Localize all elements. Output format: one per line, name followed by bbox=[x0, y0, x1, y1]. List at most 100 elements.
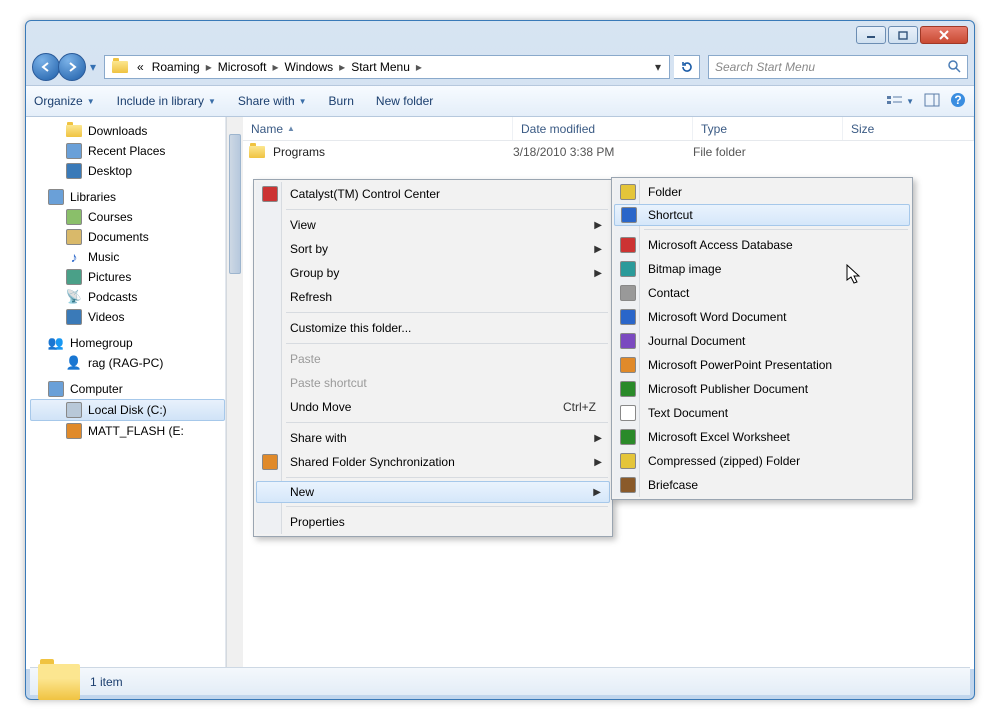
menu-item-journal-document[interactable]: Journal Document bbox=[614, 329, 910, 353]
zip-icon bbox=[620, 453, 636, 469]
chevron-right-icon[interactable]: ▸ bbox=[414, 60, 424, 74]
libraries-icon bbox=[48, 189, 64, 205]
menu-item-contact[interactable]: Contact bbox=[614, 281, 910, 305]
column-date[interactable]: Date modified bbox=[513, 117, 693, 140]
menu-item-view[interactable]: View▶ bbox=[256, 213, 610, 237]
menu-item-microsoft-powerpoint-presentation[interactable]: Microsoft PowerPoint Presentation bbox=[614, 353, 910, 377]
ppt-icon bbox=[620, 357, 636, 373]
sidebar-scrollbar[interactable] bbox=[226, 117, 243, 669]
menu-item-microsoft-word-document[interactable]: Microsoft Word Document bbox=[614, 305, 910, 329]
chevron-right-icon[interactable]: ▸ bbox=[337, 60, 347, 74]
sidebar-item-recent-places[interactable]: Recent Places bbox=[30, 141, 225, 161]
menu-item-share-with[interactable]: Share with▶ bbox=[256, 426, 610, 450]
menu-item-properties[interactable]: Properties bbox=[256, 510, 610, 534]
preview-pane-button[interactable] bbox=[924, 93, 940, 110]
menu-item-text-document[interactable]: Text Document bbox=[614, 401, 910, 425]
address-bar[interactable]: « Roaming ▸ Microsoft ▸ Windows ▸ Start … bbox=[104, 55, 670, 79]
recent-icon bbox=[66, 143, 82, 159]
drive-icon bbox=[66, 402, 82, 418]
menu-item-new[interactable]: New▶ bbox=[256, 481, 610, 503]
minimize-button[interactable] bbox=[856, 26, 886, 44]
include-library-menu[interactable]: Include in library▼ bbox=[117, 94, 216, 108]
maximize-button[interactable] bbox=[888, 26, 918, 44]
column-type[interactable]: Type bbox=[693, 117, 843, 140]
sidebar-item-downloads[interactable]: Downloads bbox=[30, 121, 225, 141]
menu-item-shared-folder-synchronization[interactable]: Shared Folder Synchronization▶ bbox=[256, 450, 610, 474]
breadcrumb[interactable]: Windows bbox=[280, 58, 337, 76]
file-row[interactable]: Programs 3/18/2010 3:38 PM File folder bbox=[243, 141, 974, 163]
sidebar-item-local-disk[interactable]: Local Disk (C:) bbox=[30, 399, 225, 421]
status-text: 1 item bbox=[90, 675, 123, 689]
menu-item-sort-by[interactable]: Sort by▶ bbox=[256, 237, 610, 261]
navbar: ▾ « Roaming ▸ Microsoft ▸ Windows ▸ Star… bbox=[26, 49, 974, 85]
ati-icon bbox=[262, 186, 278, 202]
navigation-pane: Downloads Recent Places Desktop Librarie… bbox=[26, 117, 226, 669]
menu-item-paste-shortcut: Paste shortcut bbox=[256, 371, 610, 395]
chevron-right-icon[interactable]: ▸ bbox=[204, 60, 214, 74]
menu-item-shortcut[interactable]: Shortcut bbox=[614, 204, 910, 226]
new-folder-button[interactable]: New folder bbox=[376, 94, 433, 108]
sidebar-item-homegroup-user[interactable]: 👤rag (RAG-PC) bbox=[30, 353, 225, 373]
search-icon bbox=[947, 59, 961, 76]
sidebar-group-homegroup[interactable]: 👥Homegroup bbox=[30, 327, 225, 353]
user-icon: 👤 bbox=[66, 355, 82, 371]
music-icon: ♪ bbox=[66, 249, 82, 265]
homegroup-icon: 👥 bbox=[48, 335, 64, 351]
sidebar-group-computer[interactable]: Computer bbox=[30, 373, 225, 399]
organize-menu[interactable]: Organize▼ bbox=[34, 94, 95, 108]
briefcase-icon bbox=[620, 477, 636, 493]
contact-icon bbox=[620, 285, 636, 301]
menu-item-catalyst-tm-control-center[interactable]: Catalyst(TM) Control Center bbox=[256, 182, 610, 206]
drive-icon bbox=[66, 423, 82, 439]
share-with-menu[interactable]: Share with▼ bbox=[238, 94, 307, 108]
menu-item-microsoft-excel-worksheet[interactable]: Microsoft Excel Worksheet bbox=[614, 425, 910, 449]
menu-item-paste: Paste bbox=[256, 347, 610, 371]
menu-item-folder[interactable]: Folder bbox=[614, 180, 910, 204]
breadcrumb[interactable]: Roaming bbox=[148, 58, 204, 76]
search-placeholder: Search Start Menu bbox=[715, 60, 947, 74]
search-input[interactable]: Search Start Menu bbox=[708, 55, 968, 79]
column-name[interactable]: Name ▲ bbox=[243, 117, 513, 140]
context-submenu-new: FolderShortcutMicrosoft Access DatabaseB… bbox=[611, 177, 913, 500]
shortcut-icon bbox=[621, 207, 637, 223]
sidebar-group-libraries[interactable]: Libraries bbox=[30, 181, 225, 207]
sidebar-item-flash-drive[interactable]: MATT_FLASH (E: bbox=[30, 421, 225, 441]
column-size[interactable]: Size bbox=[843, 117, 974, 140]
address-dropdown[interactable]: ▾ bbox=[649, 60, 667, 74]
sidebar-item-podcasts[interactable]: 📡Podcasts bbox=[30, 287, 225, 307]
sidebar-item-desktop[interactable]: Desktop bbox=[30, 161, 225, 181]
menu-item-compressed-zipped-folder[interactable]: Compressed (zipped) Folder bbox=[614, 449, 910, 473]
refresh-button[interactable] bbox=[674, 55, 700, 79]
column-headers: Name ▲ Date modified Type Size bbox=[243, 117, 974, 141]
menu-item-group-by[interactable]: Group by▶ bbox=[256, 261, 610, 285]
sidebar-item-videos[interactable]: Videos bbox=[30, 307, 225, 327]
menu-item-bitmap-image[interactable]: Bitmap image bbox=[614, 257, 910, 281]
breadcrumb-overflow[interactable]: « bbox=[133, 58, 148, 76]
menu-item-undo-move[interactable]: Undo MoveCtrl+Z bbox=[256, 395, 610, 419]
menu-item-briefcase[interactable]: Briefcase bbox=[614, 473, 910, 497]
sidebar-item-pictures[interactable]: Pictures bbox=[30, 267, 225, 287]
titlebar bbox=[26, 21, 974, 49]
chevron-right-icon[interactable]: ▸ bbox=[270, 60, 280, 74]
menu-item-microsoft-publisher-document[interactable]: Microsoft Publisher Document bbox=[614, 377, 910, 401]
forward-button[interactable] bbox=[58, 53, 86, 81]
pub-icon bbox=[620, 381, 636, 397]
close-button[interactable] bbox=[920, 26, 968, 44]
back-button[interactable] bbox=[32, 53, 60, 81]
menu-item-refresh[interactable]: Refresh bbox=[256, 285, 610, 309]
breadcrumb[interactable]: Microsoft bbox=[214, 58, 271, 76]
sidebar-item-courses[interactable]: Courses bbox=[30, 207, 225, 227]
menu-item-microsoft-access-database[interactable]: Microsoft Access Database bbox=[614, 233, 910, 257]
view-options-button[interactable]: ▼ bbox=[886, 94, 914, 108]
computer-icon bbox=[48, 381, 64, 397]
nav-history-dropdown[interactable]: ▾ bbox=[86, 54, 100, 80]
folder-icon bbox=[38, 664, 80, 700]
sidebar-item-music[interactable]: ♪Music bbox=[30, 247, 225, 267]
sidebar-item-documents[interactable]: Documents bbox=[30, 227, 225, 247]
burn-button[interactable]: Burn bbox=[329, 94, 354, 108]
help-button[interactable]: ? bbox=[950, 92, 966, 111]
breadcrumb[interactable]: Start Menu bbox=[347, 58, 414, 76]
access-icon bbox=[620, 237, 636, 253]
menu-item-customize-this-folder[interactable]: Customize this folder... bbox=[256, 316, 610, 340]
journal-icon bbox=[620, 333, 636, 349]
